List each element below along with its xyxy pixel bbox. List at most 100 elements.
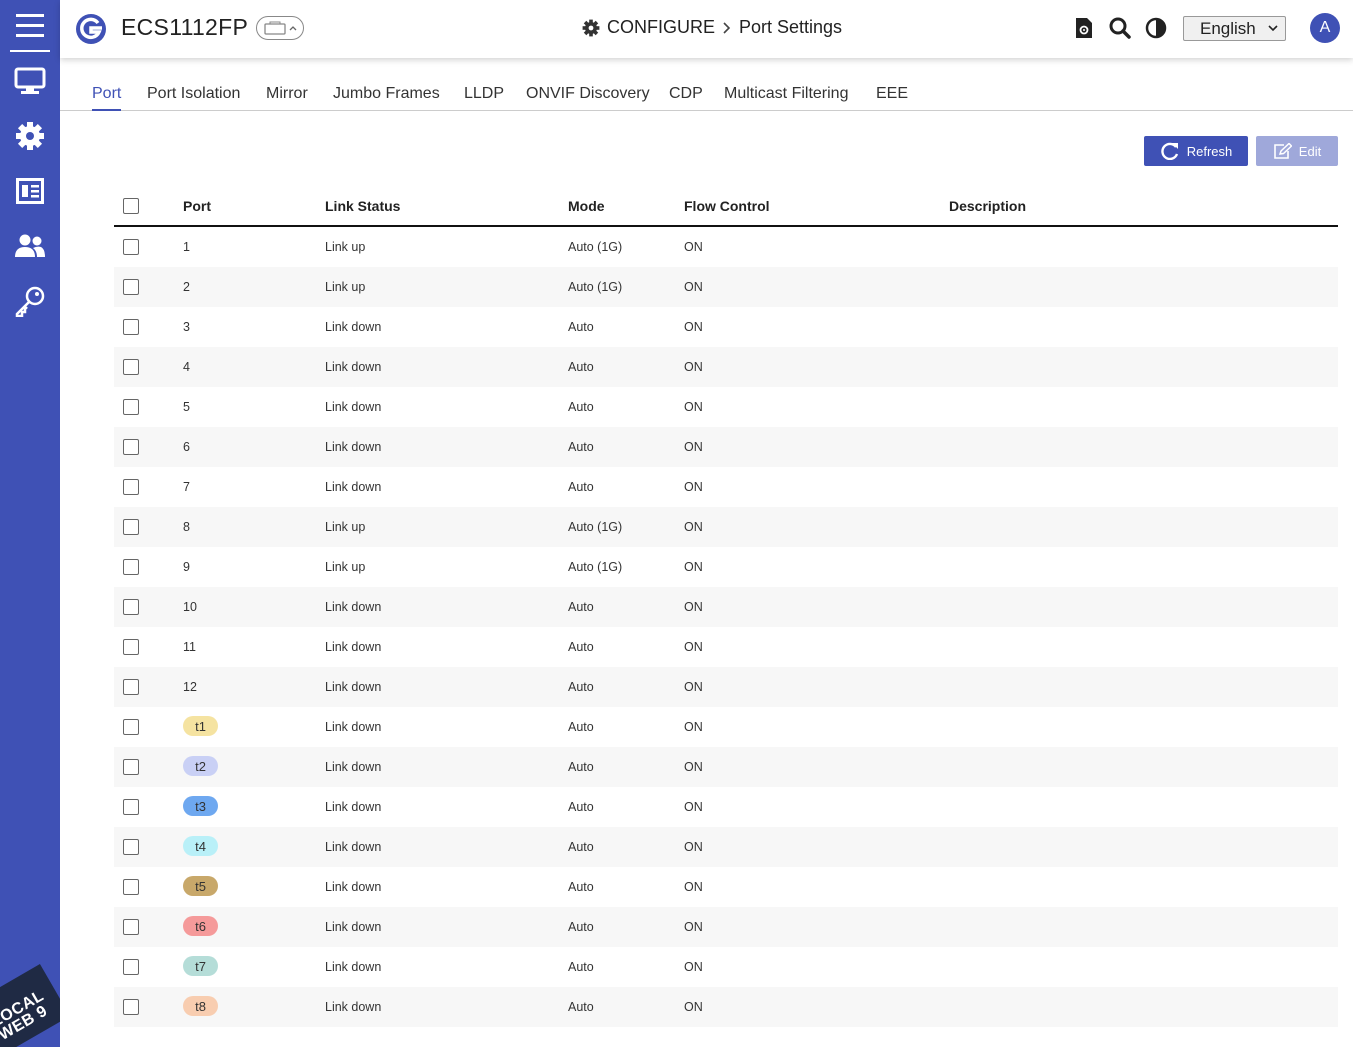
table-row[interactable]: t2 Link down Auto ON <box>114 747 1338 787</box>
table-row[interactable]: t5 Link down Auto ON <box>114 867 1338 907</box>
user-avatar[interactable]: A <box>1310 13 1340 43</box>
theme-toggle-icon[interactable] <box>1144 16 1168 40</box>
table-row[interactable]: 4 Link down Auto ON <box>114 347 1338 387</box>
mode-cell: Auto <box>568 960 594 974</box>
tab-port-isolation[interactable]: Port Isolation <box>147 85 240 103</box>
top-header: ECS1112FP CONFIGURE Port Settings Englis… <box>60 0 1353 58</box>
mode-cell: Auto <box>568 400 594 414</box>
config-file-icon[interactable] <box>1072 16 1096 40</box>
row-checkbox[interactable] <box>123 359 139 375</box>
flow-control-cell: ON <box>684 600 703 614</box>
language-select[interactable]: English <box>1183 16 1286 41</box>
row-checkbox[interactable] <box>123 519 139 535</box>
breadcrumb-section[interactable]: CONFIGURE <box>607 17 715 38</box>
row-checkbox[interactable] <box>123 919 139 935</box>
table-row[interactable]: 6 Link down Auto ON <box>114 427 1338 467</box>
column-header-flow-control[interactable]: Flow Control <box>684 198 770 214</box>
row-checkbox[interactable] <box>123 679 139 695</box>
device-selector[interactable] <box>256 16 304 40</box>
tab-cdp[interactable]: CDP <box>669 85 703 103</box>
table-row[interactable]: t6 Link down Auto ON <box>114 907 1338 947</box>
trunk-badge: t8 <box>183 996 218 1016</box>
table-row[interactable]: 8 Link up Auto (1G) ON <box>114 507 1338 547</box>
link-status-cell: Link down <box>325 800 382 814</box>
link-status-cell: Link down <box>325 320 382 334</box>
flow-control-cell: ON <box>684 920 703 934</box>
row-checkbox[interactable] <box>123 239 139 255</box>
tab-lldp[interactable]: LLDP <box>464 85 504 103</box>
row-checkbox[interactable] <box>123 399 139 415</box>
brand-logo-icon <box>76 14 106 44</box>
table-row[interactable]: 3 Link down Auto ON <box>114 307 1338 347</box>
column-header-mode[interactable]: Mode <box>568 198 605 214</box>
row-checkbox[interactable] <box>123 559 139 575</box>
mode-cell: Auto <box>568 640 594 654</box>
row-checkbox[interactable] <box>123 799 139 815</box>
breadcrumb: CONFIGURE Port Settings <box>582 17 842 38</box>
tab-mirror[interactable]: Mirror <box>266 85 308 103</box>
device-icon <box>263 21 286 35</box>
row-checkbox[interactable] <box>123 319 139 335</box>
row-checkbox[interactable] <box>123 759 139 775</box>
tab-port[interactable]: Port <box>92 85 122 111</box>
row-checkbox[interactable] <box>123 719 139 735</box>
table-row[interactable]: 5 Link down Auto ON <box>114 387 1338 427</box>
users-icon[interactable] <box>0 224 60 268</box>
tab-jumbo-frames[interactable]: Jumbo Frames <box>333 85 440 103</box>
flow-control-cell: ON <box>684 640 703 654</box>
tab-eee[interactable]: EEE <box>876 85 908 103</box>
port-cell: 4 <box>183 360 190 374</box>
link-status-cell: Link up <box>325 280 366 294</box>
link-status-cell: Link down <box>325 400 382 414</box>
mode-cell: Auto <box>568 840 594 854</box>
table-row[interactable]: t7 Link down Auto ON <box>114 947 1338 987</box>
refresh-button[interactable]: Refresh <box>1144 136 1248 166</box>
table-row[interactable]: 10 Link down Auto ON <box>114 587 1338 627</box>
select-all-checkbox[interactable] <box>123 198 139 214</box>
gear-icon <box>582 19 600 36</box>
row-checkbox[interactable] <box>123 839 139 855</box>
table-row[interactable]: 2 Link up Auto (1G) ON <box>114 267 1338 307</box>
mode-cell: Auto (1G) <box>568 280 623 294</box>
monitor-icon[interactable] <box>0 59 60 103</box>
row-checkbox[interactable] <box>123 999 139 1015</box>
table-row[interactable]: 1 Link up Auto (1G) ON <box>114 227 1338 267</box>
row-checkbox[interactable] <box>123 599 139 615</box>
search-icon[interactable] <box>1108 16 1132 40</box>
table-row[interactable]: 7 Link down Auto ON <box>114 467 1338 507</box>
tab-multicast-filtering[interactable]: Multicast Filtering <box>724 85 848 103</box>
row-checkbox[interactable] <box>123 479 139 495</box>
flow-control-cell: ON <box>684 440 703 454</box>
edit-button[interactable]: Edit <box>1256 136 1338 166</box>
table-row[interactable]: 11 Link down Auto ON <box>114 627 1338 667</box>
gear-icon[interactable] <box>0 114 60 158</box>
row-checkbox[interactable] <box>123 439 139 455</box>
row-checkbox[interactable] <box>123 879 139 895</box>
sidebar: LOCAL WEB 9 <box>0 0 60 1047</box>
dashboard-icon[interactable] <box>0 169 60 213</box>
column-header-description[interactable]: Description <box>949 198 1026 214</box>
table-row[interactable]: 9 Link up Auto (1G) ON <box>114 547 1338 587</box>
port-cell: 11 <box>183 640 196 654</box>
mode-cell: Auto <box>568 680 594 694</box>
table-row[interactable]: t8 Link down Auto ON <box>114 987 1338 1027</box>
row-checkbox[interactable] <box>123 959 139 975</box>
flow-control-cell: ON <box>684 320 703 334</box>
column-header-link-status[interactable]: Link Status <box>325 198 400 214</box>
column-header-port[interactable]: Port <box>183 198 211 214</box>
key-icon[interactable] <box>0 279 60 323</box>
flow-control-cell: ON <box>684 880 703 894</box>
link-status-cell: Link down <box>325 440 382 454</box>
menu-icon[interactable] <box>0 4 60 48</box>
row-checkbox[interactable] <box>123 639 139 655</box>
row-checkbox[interactable] <box>123 279 139 295</box>
refresh-label: Refresh <box>1186 143 1233 159</box>
table-row[interactable]: t3 Link down Auto ON <box>114 787 1338 827</box>
table-row[interactable]: t4 Link down Auto ON <box>114 827 1338 867</box>
tab-onvif-discovery[interactable]: ONVIF Discovery <box>526 85 650 103</box>
port-cell: 12 <box>183 680 197 694</box>
link-status-cell: Link down <box>325 840 382 854</box>
flow-control-cell: ON <box>684 280 703 294</box>
table-row[interactable]: 12 Link down Auto ON <box>114 667 1338 707</box>
table-row[interactable]: t1 Link down Auto ON <box>114 707 1338 747</box>
